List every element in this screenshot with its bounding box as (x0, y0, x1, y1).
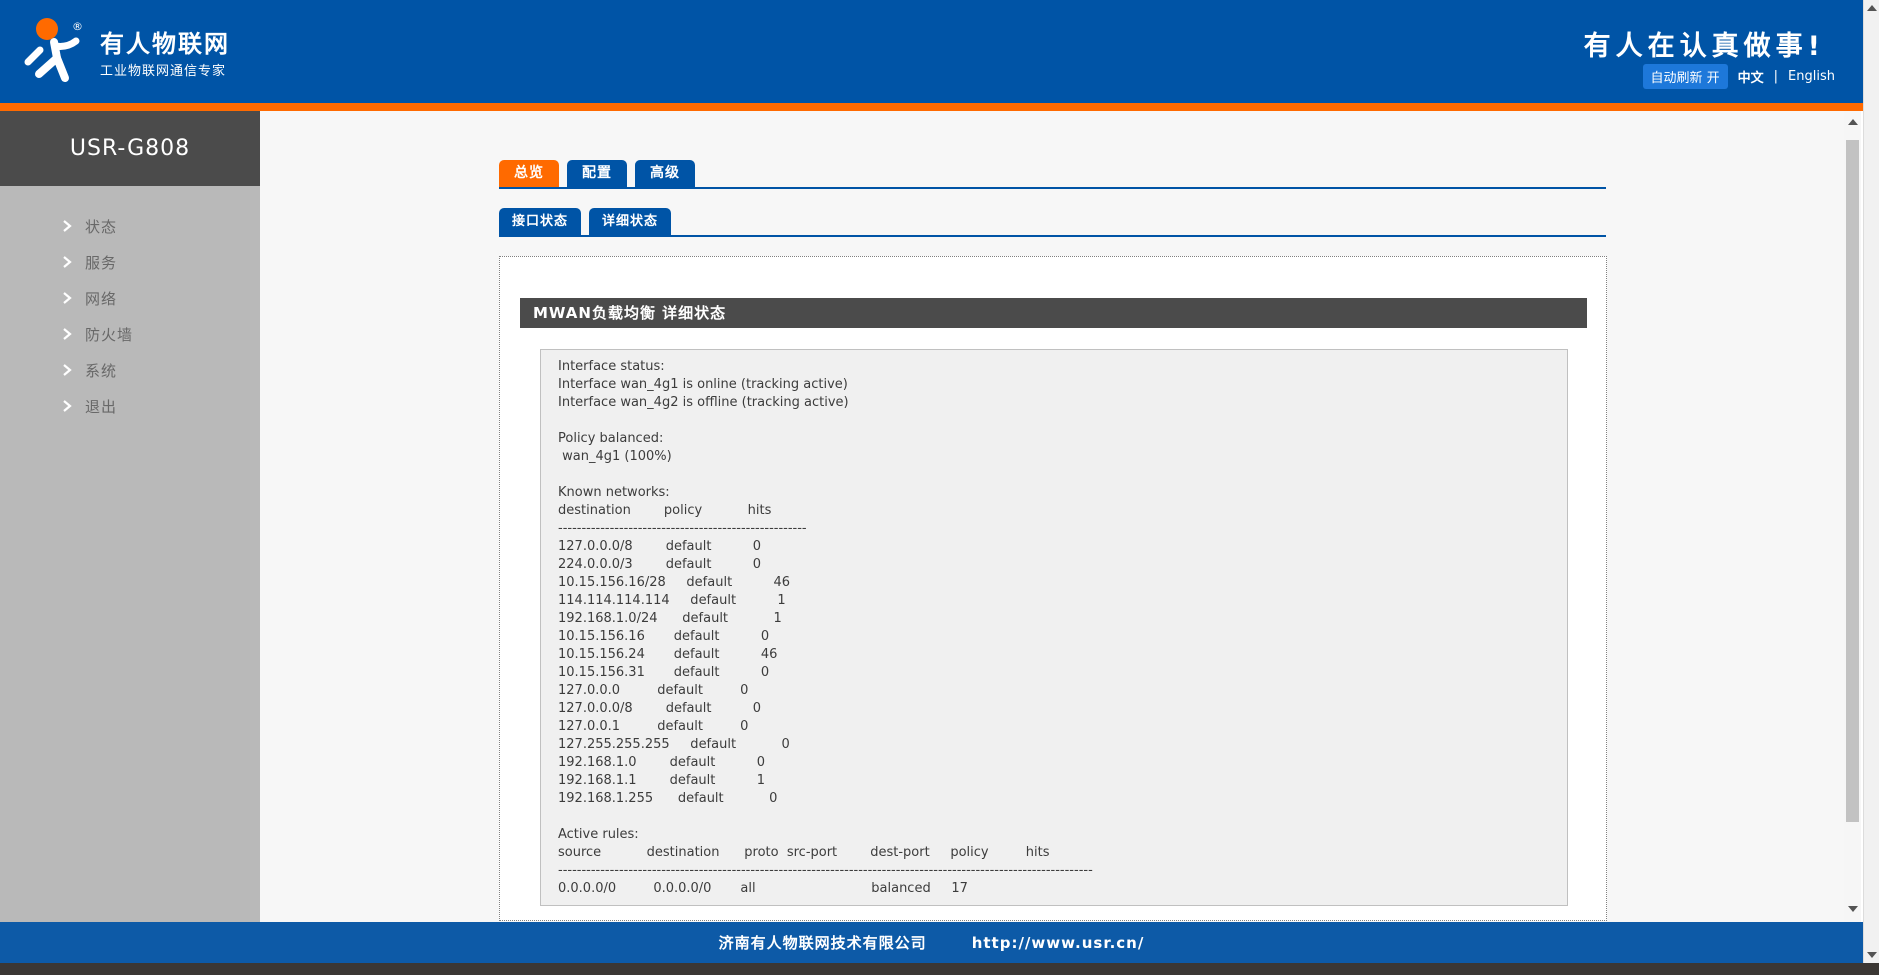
sidebar-item-network[interactable]: 网络 (0, 280, 260, 316)
scrollbar-thumb[interactable] (1846, 140, 1859, 822)
bottom-strip (0, 963, 1879, 975)
footer: 济南有人物联网技术有限公司 http://www.usr.cn/ (0, 922, 1863, 963)
chevron-right-icon (62, 327, 72, 341)
browser-scrollbar[interactable] (1863, 0, 1879, 975)
mwan-status-text: Interface status: Interface wan_4g1 is o… (541, 350, 1567, 898)
main-content: 总览 配置 高级 接口状态 详细状态 MWAN负载均衡 详细状态 Interfa… (260, 111, 1844, 922)
brand-slogan: 有人在认真做事! (1584, 24, 1825, 63)
header-controls: 自动刷新 开 中文 | English (1643, 64, 1836, 89)
sidebar-item-firewall[interactable]: 防火墙 (0, 316, 260, 352)
brand-name: 有人物联网 (100, 24, 230, 59)
tab-overview[interactable]: 总览 (499, 160, 559, 187)
lang-en-link[interactable]: English (1788, 69, 1835, 84)
brand-tagline: 工业物联网通信专家 (100, 60, 226, 79)
registered-mark: ® (72, 20, 83, 33)
status-panel: MWAN负载均衡 详细状态 Interface status: Interfac… (499, 256, 1607, 921)
sidebar-item-label: 服务 (85, 252, 117, 273)
main-tab-bar: 总览 配置 高级 (499, 160, 1606, 189)
scroll-down-icon[interactable] (1848, 906, 1858, 912)
status-output-box: Interface status: Interface wan_4g1 is o… (540, 349, 1568, 906)
sub-tab-bar: 接口状态 详细状态 (499, 208, 1606, 237)
lang-zh-link[interactable]: 中文 (1738, 67, 1764, 86)
top-header: ® 有人物联网 工业物联网通信专家 有人在认真做事! 自动刷新 开 中文 | E… (0, 0, 1863, 103)
chevron-right-icon (62, 219, 72, 233)
panel-title: MWAN负载均衡 详细状态 (520, 298, 1587, 328)
company-name: 济南有人物联网技术有限公司 (719, 932, 927, 953)
sidebar-menu: 状态 服务 网络 防火墙 系统 退出 (0, 208, 260, 424)
orange-divider (0, 103, 1863, 111)
chevron-right-icon (62, 399, 72, 413)
scroll-up-icon[interactable] (1867, 5, 1877, 11)
tab-config[interactable]: 配置 (567, 160, 627, 187)
chevron-right-icon (62, 255, 72, 269)
lang-divider: | (1774, 69, 1778, 84)
scroll-up-icon[interactable] (1848, 119, 1858, 125)
sidebar-item-services[interactable]: 服务 (0, 244, 260, 280)
sidebar-item-label: 系统 (85, 360, 117, 381)
sidebar-item-logout[interactable]: 退出 (0, 388, 260, 424)
subtab-interface-status[interactable]: 接口状态 (499, 208, 581, 235)
scroll-down-icon[interactable] (1867, 952, 1877, 958)
device-model: USR-G808 (0, 111, 260, 186)
sidebar: USR-G808 状态 服务 网络 防火墙 系统 (0, 111, 260, 922)
page: ® 有人物联网 工业物联网通信专家 有人在认真做事! 自动刷新 开 中文 | E… (0, 0, 1879, 975)
sidebar-item-label: 状态 (85, 216, 117, 237)
website-link[interactable]: http://www.usr.cn/ (972, 934, 1145, 952)
subtab-detail-status[interactable]: 详细状态 (589, 208, 671, 235)
tab-advanced[interactable]: 高级 (635, 160, 695, 187)
chevron-right-icon (62, 363, 72, 377)
sidebar-item-label: 防火墙 (85, 324, 133, 345)
auto-refresh-toggle[interactable]: 自动刷新 开 (1643, 64, 1728, 89)
sidebar-item-system[interactable]: 系统 (0, 352, 260, 388)
chevron-right-icon (62, 291, 72, 305)
content-scrollbar[interactable] (1844, 111, 1861, 922)
sidebar-item-label: 退出 (85, 396, 117, 417)
sidebar-item-label: 网络 (85, 288, 117, 309)
sidebar-item-status[interactable]: 状态 (0, 208, 260, 244)
